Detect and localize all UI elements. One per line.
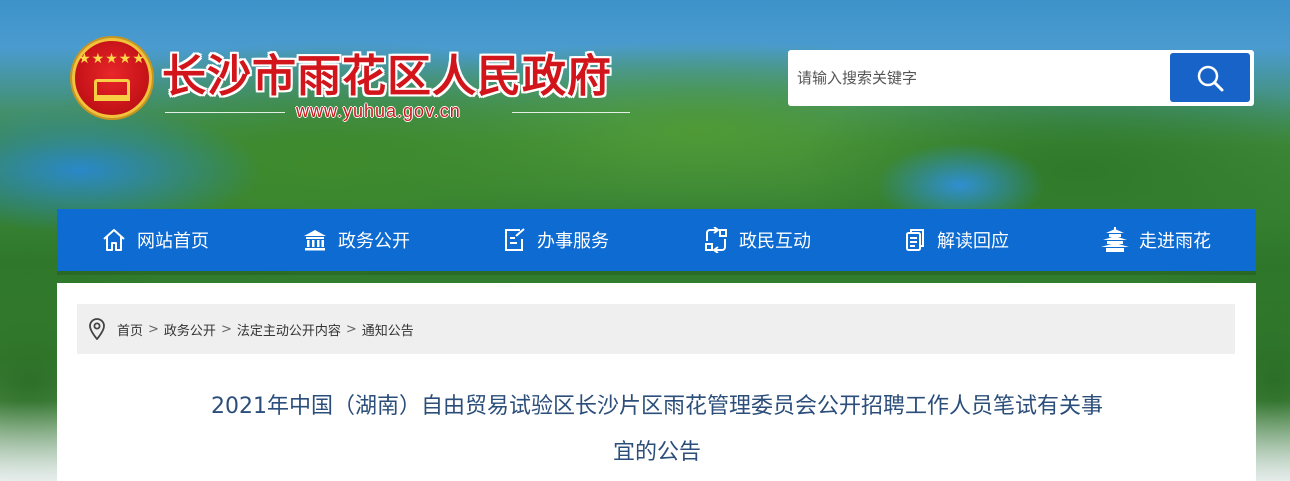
nav-item-label: 网站首页 xyxy=(137,231,209,252)
search-input[interactable] xyxy=(788,50,1163,106)
breadcrumb-separator: > xyxy=(345,321,357,337)
emblem-gate xyxy=(94,79,130,101)
breadcrumb-statutory-content[interactable]: 法定主动公开内容 xyxy=(237,320,341,339)
nav-item-label: 办事服务 xyxy=(537,231,609,252)
article-title-line-2: 宜的公告 xyxy=(612,440,701,465)
search-button[interactable] xyxy=(1170,53,1250,102)
nav-item-label: 政民互动 xyxy=(739,231,811,252)
pagoda-icon xyxy=(1101,227,1129,252)
site-url: www.yuhua.gov.cn xyxy=(296,101,461,121)
nav-item-home[interactable]: 网站首页 xyxy=(101,209,209,271)
home-icon xyxy=(103,229,125,251)
search-icon xyxy=(1197,65,1224,91)
nav-item-label: 走进雨花 xyxy=(1139,231,1211,252)
url-divider-right xyxy=(512,112,630,113)
article-title: 2021年中国（湖南）自由贸易试验区长沙片区雨花管理委员会公开招聘工作人员笔试有… xyxy=(137,384,1177,476)
search-bar xyxy=(788,50,1254,106)
breadcrumb-home[interactable]: 首页 xyxy=(117,320,143,339)
location-pin-icon xyxy=(89,318,105,340)
nav-item-label: 政务公开 xyxy=(338,231,410,252)
national-emblem-logo: ★★★★★ xyxy=(72,38,152,118)
nav-item-about-yuhua[interactable]: 走进雨花 xyxy=(1101,209,1211,271)
interaction-icon xyxy=(705,227,727,253)
url-divider-left xyxy=(165,112,285,113)
nav-item-interpretation[interactable]: 解读回应 xyxy=(903,209,1009,271)
breadcrumb-government-affairs[interactable]: 政务公开 xyxy=(164,320,216,339)
site-title[interactable]: 长沙市雨花区人民政府 xyxy=(162,40,612,104)
main-nav: 网站首页 政务公开 办事服务 政民互动 解读回应 走进雨花 xyxy=(57,209,1256,271)
breadcrumb-notices[interactable]: 通知公告 xyxy=(362,320,414,339)
edit-document-icon xyxy=(505,228,525,251)
nav-item-interaction[interactable]: 政民互动 xyxy=(703,209,811,271)
emblem-stars: ★★★★★ xyxy=(78,51,146,67)
nav-item-government-affairs[interactable]: 政务公开 xyxy=(302,209,410,271)
breadcrumb-separator: > xyxy=(148,321,159,337)
nav-item-services[interactable]: 办事服务 xyxy=(503,209,609,271)
document-copy-icon xyxy=(906,229,924,251)
breadcrumb: 首页 > 政务公开 > 法定主动公开内容 > 通知公告 xyxy=(77,304,1235,354)
breadcrumb-separator: > xyxy=(220,321,232,337)
content-panel: 首页 > 政务公开 > 法定主动公开内容 > 通知公告 2021年中国（湖南）自… xyxy=(57,283,1256,481)
nav-item-label: 解读回应 xyxy=(937,231,1009,252)
article-title-line-1: 2021年中国（湖南）自由贸易试验区长沙片区雨花管理委员会公开招聘工作人员笔试有… xyxy=(211,394,1103,419)
government-building-icon xyxy=(304,230,326,251)
